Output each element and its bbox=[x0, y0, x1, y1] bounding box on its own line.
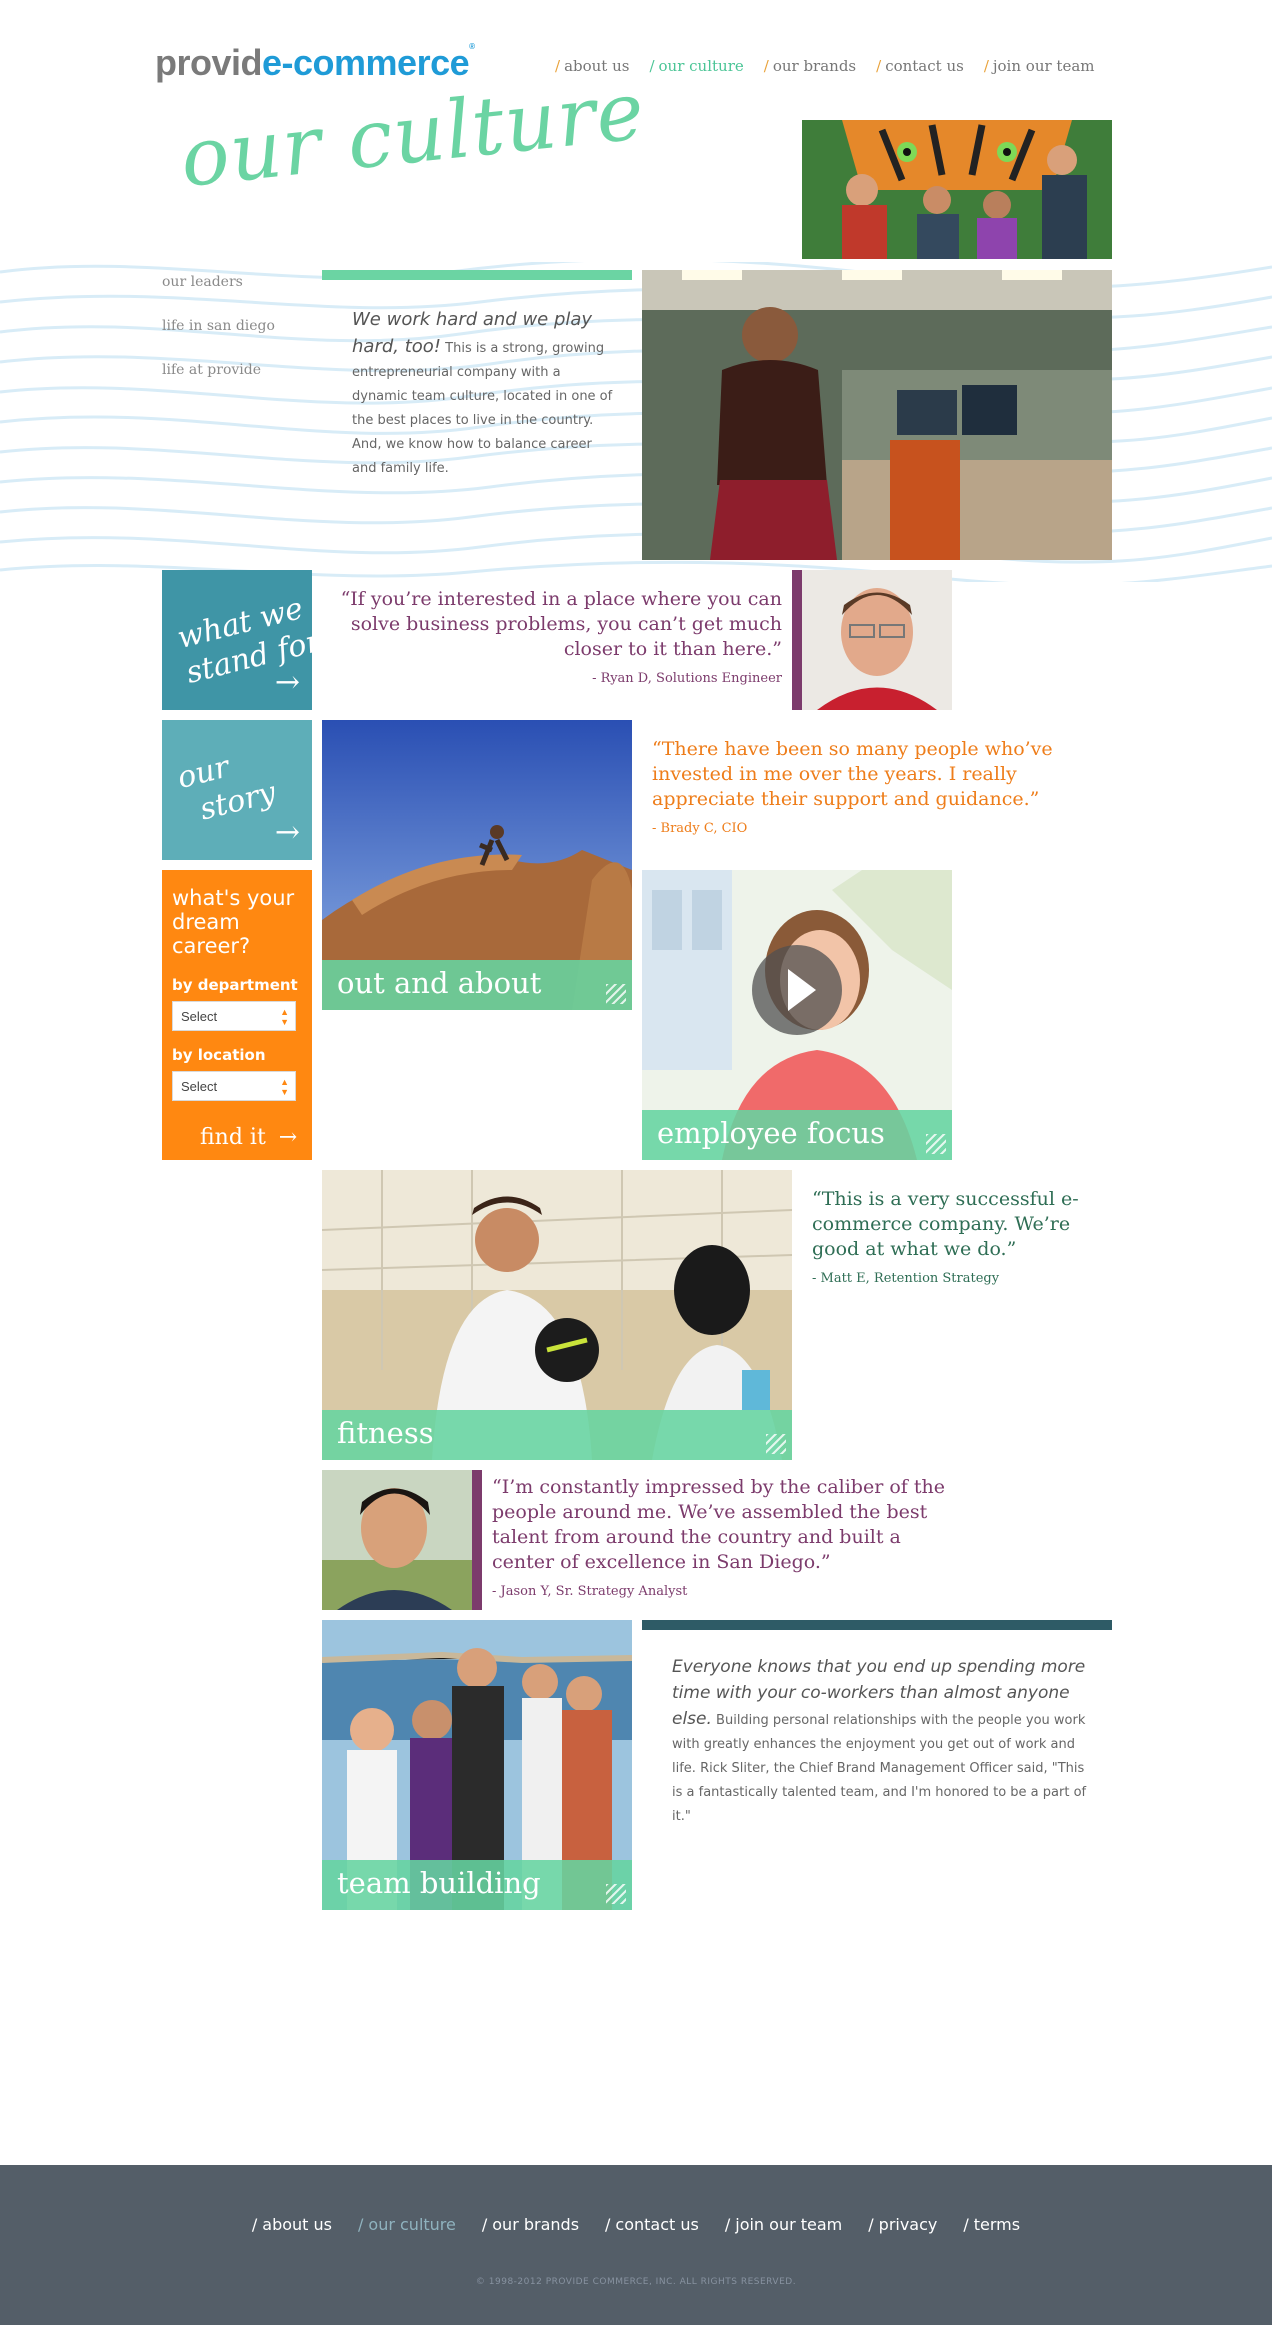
arrow-right-icon: → bbox=[278, 1125, 298, 1150]
nav-our-brands[interactable]: / our brands bbox=[764, 57, 856, 75]
logo-text-gray: provid bbox=[155, 42, 263, 83]
fitness-photo[interactable]: fitness bbox=[322, 1170, 792, 1460]
quote-ryan-bar bbox=[792, 570, 802, 710]
footer-our-culture[interactable]: / our culture bbox=[358, 2215, 456, 2234]
fitness-label: fitness bbox=[322, 1410, 792, 1460]
subnav-life-at-provide[interactable]: life at provide bbox=[162, 362, 275, 382]
footer: / about us / our culture / our brands / cont… bbox=[0, 2165, 1272, 2325]
copyright: © 1998-2012 PROVIDE COMMERCE, INC. ALL R… bbox=[475, 2277, 797, 2287]
team-building-label: team building bbox=[322, 1860, 632, 1910]
quote-jason-bar bbox=[472, 1470, 482, 1610]
location-select[interactable]: Select ▲ ▼ bbox=[172, 1071, 296, 1101]
quote-brady-attribution: - Brady C, CIO bbox=[652, 821, 748, 836]
quote-jason: “I’m constantly impressed by the caliber… bbox=[492, 1475, 952, 1601]
select-caret-icon: ▲ ▼ bbox=[280, 1077, 289, 1097]
nav-contact-us[interactable]: / contact us bbox=[876, 57, 964, 75]
quote-matt-attribution: - Matt E, Retention Strategy bbox=[812, 1271, 1000, 1286]
out-and-about-label: out and about bbox=[322, 960, 632, 1010]
intro-body: This is a strong, growing entrepreneuria… bbox=[352, 341, 613, 476]
team-tiger-mural-photo bbox=[802, 120, 1112, 259]
quote-jason-text: “I’m constantly impressed by the caliber… bbox=[492, 1476, 945, 1573]
footer-our-brands[interactable]: / our brands bbox=[482, 2215, 579, 2234]
provide-commerce-logo[interactable]: provide-commerce® bbox=[155, 42, 475, 84]
quote-brady: “There have been so many people who’ve i… bbox=[652, 737, 1092, 838]
intro-accent-bar bbox=[322, 270, 632, 280]
arrow-right-icon: → bbox=[274, 665, 300, 700]
employee-focus-video[interactable]: employee focus bbox=[642, 870, 952, 1160]
arrow-right-icon: → bbox=[274, 815, 300, 850]
subnav-life-in-san-diego[interactable]: life in san diego bbox=[162, 318, 275, 338]
logo-text-blue: e-commerce bbox=[262, 42, 470, 83]
by-location-label: by location bbox=[172, 1046, 266, 1064]
career-title: what's your dream career? bbox=[172, 886, 295, 958]
find-it-button[interactable]: find it → bbox=[200, 1125, 297, 1150]
logo-registered-mark: ® bbox=[469, 42, 475, 51]
team-building-photo[interactable]: team building bbox=[322, 1620, 632, 1910]
out-and-about-photo[interactable]: out and about bbox=[322, 720, 632, 1010]
ryan-portrait-photo bbox=[802, 570, 952, 710]
play-button[interactable] bbox=[752, 945, 842, 1035]
closing-text: Everyone knows that you end up spending … bbox=[672, 1655, 1087, 1829]
footer-join-our-team[interactable]: / join our team bbox=[725, 2215, 842, 2234]
intro-text: We work hard and we play hard, too! This… bbox=[352, 307, 614, 481]
hatch-corner-icon bbox=[766, 1434, 786, 1454]
footer-nav: / about us / our culture / our brands / cont… bbox=[0, 2215, 1272, 2234]
footer-terms[interactable]: / terms bbox=[963, 2215, 1020, 2234]
hatch-corner-icon bbox=[606, 984, 626, 1004]
jason-portrait-photo bbox=[322, 1470, 472, 1610]
our-story-tile[interactable]: our story → bbox=[162, 720, 312, 860]
quote-matt: “This is a very successful e-commerce co… bbox=[812, 1187, 1102, 1288]
closing-body: Building personal relationships with the… bbox=[672, 1713, 1087, 1824]
select-caret-icon: ▲ ▼ bbox=[280, 1007, 289, 1027]
culture-subnav: our leaders life in san diego life at pr… bbox=[162, 274, 275, 406]
quote-matt-text: “This is a very successful e-commerce co… bbox=[812, 1188, 1079, 1260]
by-department-label: by department bbox=[172, 976, 298, 994]
quote-ryan-text: “If you’re interested in a place where y… bbox=[340, 588, 782, 660]
office-employee-photo bbox=[642, 270, 1112, 560]
quote-brady-text: “There have been so many people who’ve i… bbox=[652, 738, 1053, 810]
hatch-corner-icon bbox=[926, 1134, 946, 1154]
quote-ryan-attribution: - Ryan D, Solutions Engineer bbox=[592, 671, 782, 686]
footer-about-us[interactable]: / about us bbox=[252, 2215, 332, 2234]
employee-focus-label: employee focus bbox=[642, 1110, 952, 1160]
nav-our-culture[interactable]: / our culture bbox=[649, 57, 743, 75]
page-title: our culture bbox=[176, 63, 649, 205]
subnav-our-leaders[interactable]: our leaders bbox=[162, 274, 275, 294]
department-select[interactable]: Select ▲ ▼ bbox=[172, 1001, 296, 1031]
footer-privacy[interactable]: / privacy bbox=[868, 2215, 937, 2234]
dream-career-search: what's your dream career? by department … bbox=[162, 870, 312, 1160]
closing-accent-bar bbox=[642, 1620, 1112, 1630]
footer-contact-us[interactable]: / contact us bbox=[605, 2215, 699, 2234]
what-we-stand-for-tile[interactable]: what we stand for → bbox=[162, 570, 312, 710]
hatch-corner-icon bbox=[606, 1884, 626, 1904]
quote-ryan: “If you’re interested in a place where y… bbox=[332, 587, 782, 688]
nav-join-our-team[interactable]: / join our team bbox=[984, 57, 1095, 75]
quote-jason-attribution: - Jason Y, Sr. Strategy Analyst bbox=[492, 1584, 688, 1599]
